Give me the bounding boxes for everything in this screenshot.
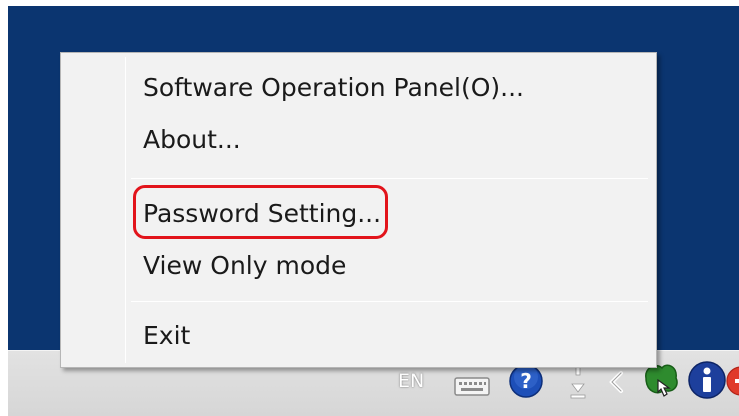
svg-text:?: ? [520,369,532,393]
help-icon[interactable]: ? [508,363,544,399]
alert-icon[interactable] [725,362,739,400]
info-icon[interactable] [687,360,727,400]
language-indicator[interactable]: EN [398,370,424,392]
screen: EN ? Software Operation Panel(O)... Abou… [0,0,739,416]
highlight-outline [133,185,388,239]
menu-separator [131,301,648,302]
menu-item-about[interactable]: About... [143,127,241,152]
menu-separator [131,178,648,179]
menu-item-view-only-mode[interactable]: View Only mode [143,253,346,278]
menu-item-exit[interactable]: Exit [143,323,190,348]
menu-gutter-divider [125,57,126,363]
chevron-left-icon[interactable] [604,368,628,396]
updown-arrow-icon[interactable] [567,362,589,402]
menu-item-software-operation-panel[interactable]: Software Operation Panel(O)... [143,75,524,100]
keyboard-icon[interactable] [453,374,491,398]
